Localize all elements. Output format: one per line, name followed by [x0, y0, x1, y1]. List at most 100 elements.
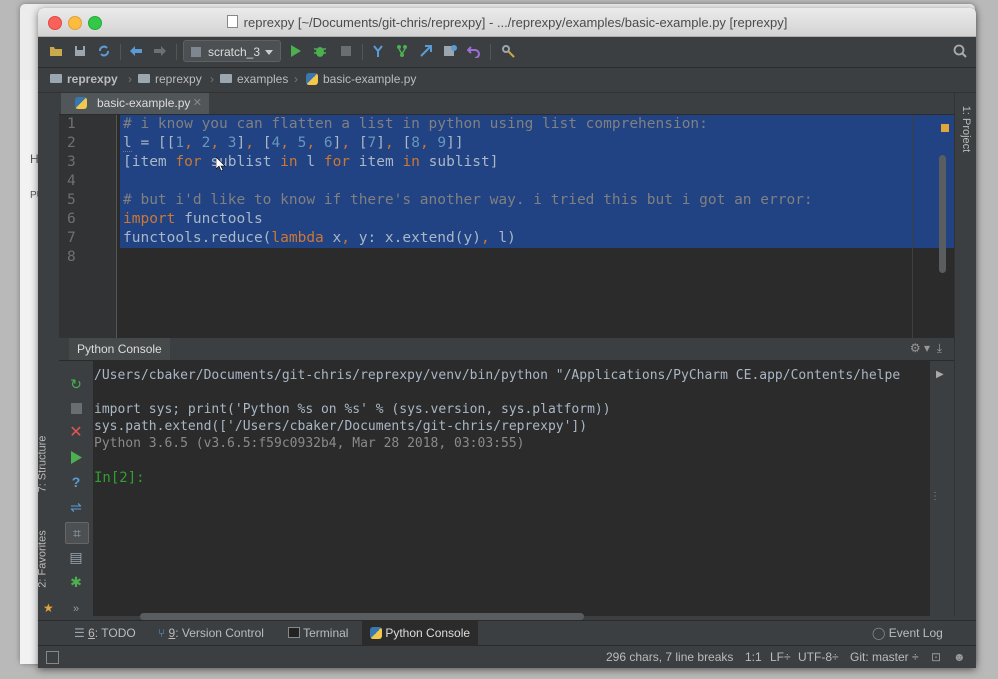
breadcrumb-folder-examples[interactable]: examples: [220, 72, 288, 86]
stop-console-icon[interactable]: [65, 398, 87, 418]
console-prompt: In[2]:: [94, 470, 145, 486]
python-icon: [370, 627, 382, 639]
code-line-7: functools.reduce(lambda x, y: x.extend(y…: [123, 230, 516, 246]
breadcrumb-folder-reprexpy[interactable]: reprexpy: [138, 72, 202, 86]
branch-icon: ⑂: [158, 626, 166, 640]
tab-terminal[interactable]: Terminal: [280, 621, 356, 645]
main-toolbar: scratch_3: [38, 37, 976, 68]
structure-tool-tab[interactable]: 7: Structure: [38, 436, 48, 493]
run-icon[interactable]: [286, 41, 306, 61]
line-number: 6: [67, 211, 76, 227]
debug-icon[interactable]: [310, 41, 330, 61]
open-icon[interactable]: [46, 41, 66, 61]
tab-todo[interactable]: ☰ 6: TODO: [66, 621, 144, 645]
save-icon[interactable]: [70, 41, 90, 61]
close-console-icon[interactable]: ✕: [65, 422, 87, 442]
vcs-update-icon[interactable]: [368, 41, 388, 61]
status-selection-info: 296 chars, 7 line breaks: [606, 650, 734, 664]
bottom-tool-tabs: ☰ 6: TODO ⑂ 9: Version Control Terminal …: [38, 620, 976, 645]
event-log-icon: ◯: [872, 626, 886, 640]
revert-icon[interactable]: [464, 41, 484, 61]
help-icon[interactable]: ?: [65, 472, 87, 492]
project-tool-tab[interactable]: 1: Project: [960, 106, 972, 152]
code-line-5: # but i'd like to know if there's anothe…: [123, 192, 813, 208]
forward-icon[interactable]: [150, 41, 170, 61]
close-tab-icon[interactable]: ✕: [193, 93, 202, 114]
favorites-tool-tab[interactable]: 2: Favorites: [38, 530, 49, 587]
python-file-icon: [306, 73, 318, 85]
tool-windows-toggle-icon[interactable]: [46, 651, 59, 664]
console-history-icon[interactable]: ▤: [65, 547, 87, 567]
execute-icon[interactable]: [65, 447, 87, 467]
console-side-panel: ▶ ⋮: [930, 361, 954, 616]
pycharm-window: reprexpy [~/Documents/git-chris/reprexpy…: [38, 8, 976, 668]
code-line-3: [item for sublist in l for item in subli…: [123, 154, 499, 170]
console-line: import sys; print('Python %s on %s' % (s…: [94, 402, 611, 417]
sync-icon[interactable]: [94, 41, 114, 61]
code-line-1: # i know you can flatten a list in pytho…: [123, 116, 708, 132]
todo-icon: ☰: [74, 626, 85, 640]
vcs-commit-icon[interactable]: [440, 41, 460, 61]
show-variables-icon[interactable]: ⌗: [65, 522, 89, 544]
soft-wrap-icon[interactable]: ⇌: [65, 497, 87, 517]
attach-debugger-icon[interactable]: ✱: [65, 572, 87, 592]
window-title-text: reprexpy [~/Documents/git-chris/reprexpy…: [243, 15, 788, 30]
tab-number: 6: [88, 626, 95, 640]
more-icon[interactable]: »: [65, 599, 87, 619]
inspector-icon[interactable]: ☻: [953, 650, 966, 664]
breadcrumb: reprexpy › reprexpy › examples › basic-e…: [38, 68, 976, 93]
editor-tab-row: basic-example.py ✕: [59, 93, 954, 115]
star-icon: ★: [43, 601, 54, 615]
status-encoding[interactable]: UTF-8÷: [798, 650, 839, 664]
breadcrumb-label: basic-example.py: [323, 72, 417, 86]
stop-icon[interactable]: [336, 41, 356, 61]
file-icon: [226, 15, 238, 28]
tab-label: basic-example.py: [97, 96, 191, 110]
python-file-icon: [75, 97, 87, 109]
line-number: 8: [67, 249, 76, 265]
tab-label: Event Log: [888, 626, 943, 640]
left-tool-bar: 7: Structure 2: Favorites ★: [38, 93, 60, 616]
tab-label: : TODO: [94, 626, 136, 640]
vcs-push-icon[interactable]: [416, 41, 436, 61]
code-editor[interactable]: 1 2 3 4 5 6 7 8 # i know you can flatten…: [59, 115, 954, 338]
folder-icon: [50, 74, 62, 83]
terminal-icon: [288, 627, 300, 638]
settings-icon[interactable]: [498, 41, 518, 61]
breadcrumb-file[interactable]: basic-example.py: [306, 72, 416, 86]
code-line-6: import functools: [123, 211, 263, 227]
back-icon[interactable]: [126, 41, 146, 61]
tab-python-console[interactable]: Python Console: [69, 338, 170, 360]
search-icon[interactable]: [950, 41, 970, 61]
window-title: reprexpy [~/Documents/git-chris/reprexpy…: [38, 15, 976, 30]
status-bar: 296 chars, 7 line breaks 1:1 LF÷ UTF-8÷ …: [38, 645, 976, 668]
tab-event-log[interactable]: ◯ Event Log: [864, 621, 951, 645]
status-caret-position[interactable]: 1:1: [745, 650, 762, 664]
vcs-branch-icon[interactable]: [392, 41, 412, 61]
line-number: 1: [67, 116, 76, 132]
folder-icon: [220, 74, 232, 83]
breadcrumb-project[interactable]: reprexpy: [50, 72, 118, 86]
tab-label: Python Console: [385, 626, 471, 640]
favorites-tab-label: 2: Favorites: [38, 530, 49, 588]
breadcrumb-label: reprexpy: [155, 72, 202, 86]
breadcrumb-label: examples: [237, 72, 289, 86]
editor-scrollbar[interactable]: [939, 155, 946, 273]
tab-python-console-bottom[interactable]: Python Console: [362, 621, 479, 645]
rerun-icon[interactable]: ↻: [65, 374, 87, 394]
run-config-dropdown[interactable]: scratch_3: [183, 40, 281, 62]
status-git-branch[interactable]: Git: master ÷: [850, 650, 919, 664]
splitter-handle[interactable]: ⋮: [930, 491, 940, 502]
warning-marker-icon[interactable]: [941, 124, 949, 132]
gear-icon[interactable]: ⚙ ▾ ⤓: [910, 341, 942, 356]
breadcrumb-label: reprexpy: [67, 72, 118, 86]
console-line: /Users/cbaker/Documents/git-chris/reprex…: [94, 368, 901, 383]
python-console-output[interactable]: /Users/cbaker/Documents/git-chris/reprex…: [94, 361, 930, 620]
line-number: 7: [67, 230, 76, 246]
status-line-separator[interactable]: LF÷: [770, 650, 791, 664]
expand-icon[interactable]: ▶: [936, 369, 944, 380]
tab-basic-example[interactable]: basic-example.py ✕: [61, 93, 209, 114]
console-scrollbar[interactable]: [140, 613, 584, 620]
lock-icon[interactable]: ⊡: [931, 650, 941, 664]
tab-version-control[interactable]: ⑂ 9: Version Control: [150, 621, 272, 645]
